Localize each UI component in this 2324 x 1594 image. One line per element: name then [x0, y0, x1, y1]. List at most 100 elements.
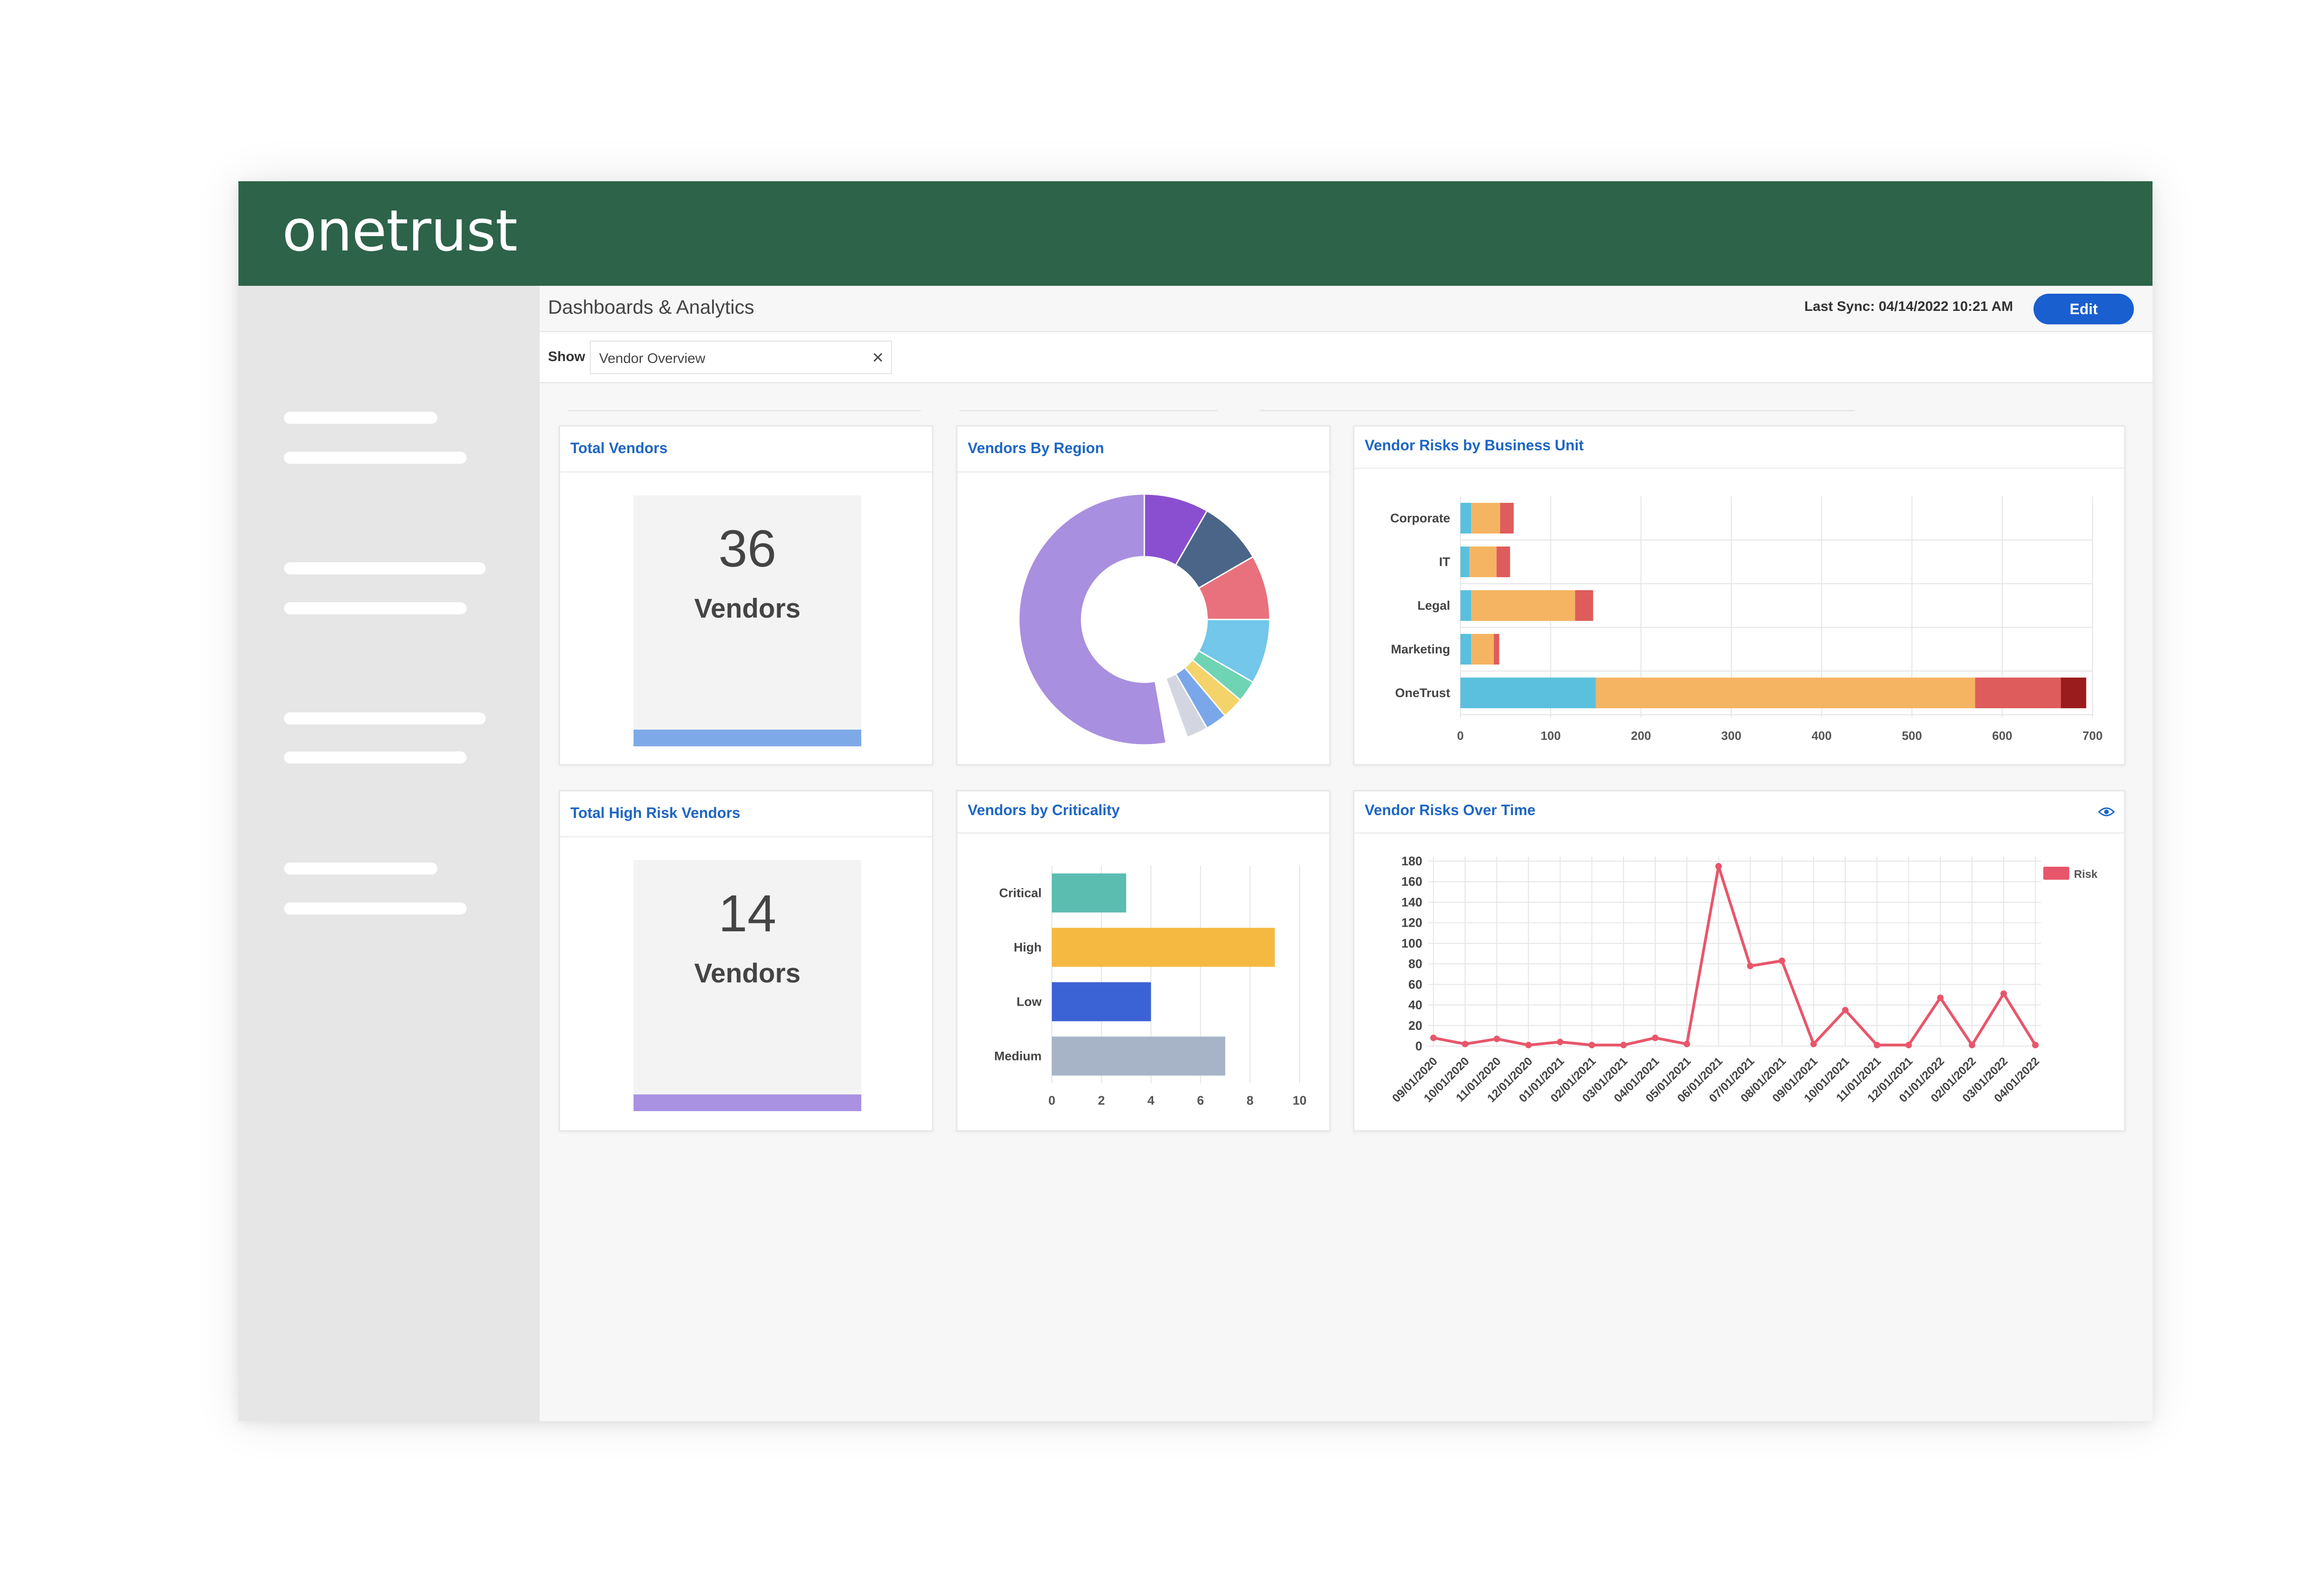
- card-title: Total Vendors: [570, 440, 668, 456]
- bar: [1052, 873, 1126, 913]
- page-header: Dashboards & Analytics Last Sync: 04/14/…: [540, 286, 2152, 332]
- data-point: [1462, 1041, 1469, 1047]
- close-icon[interactable]: ×: [872, 346, 884, 369]
- data-point: [1557, 1039, 1564, 1046]
- x-tick-label: 700: [2082, 729, 2102, 743]
- y-tick-label: Legal: [1417, 599, 1450, 613]
- sidebar: [238, 286, 540, 1421]
- series-line: [1433, 865, 2037, 1047]
- data-point: [1905, 1041, 1912, 1048]
- bar: [1052, 928, 1275, 967]
- bar-segment: [1493, 634, 1499, 665]
- bar-segment: [1596, 678, 1975, 708]
- bar-segment: [1575, 590, 1593, 621]
- kpi-accent-bar: [634, 1094, 861, 1111]
- risks-by-business-unit-card: Vendor Risks by Business Unit 0 100 200 300…: [1353, 425, 2126, 765]
- main-content: Dashboards & Analytics Last Sync: 04/14/…: [540, 286, 2152, 1421]
- y-tick-label: 100: [1401, 936, 1422, 950]
- data-point: [1652, 1034, 1659, 1041]
- region-donut-chart: [1018, 493, 1271, 746]
- data-point: [1778, 957, 1785, 964]
- data-point: [1874, 1041, 1881, 1048]
- data-point: [1715, 863, 1722, 870]
- y-tick-label: IT: [1439, 555, 1451, 569]
- y-tick-label: 40: [1408, 998, 1422, 1012]
- legend-swatch: [2043, 867, 2069, 880]
- vendors-by-criticality-card: Vendors by Criticality 0 2 4 6 8 10 Critical Hi…: [956, 790, 1331, 1132]
- x-tick-label: 400: [1811, 729, 1831, 743]
- risks-over-time-card: Vendor Risks Over Time 0 20 40 60 80 100 120 14…: [1353, 790, 2126, 1132]
- x-tick-label: 200: [1631, 729, 1651, 743]
- y-tick-label: 180: [1401, 854, 1422, 868]
- y-tick-label: 20: [1408, 1019, 1422, 1033]
- x-tick-label: 300: [1721, 729, 1741, 743]
- bar-segment: [1460, 503, 1472, 534]
- bar-segment: [1471, 503, 1500, 534]
- sidebar-item-placeholder[interactable]: [284, 602, 467, 614]
- kpi-value: 14: [718, 884, 777, 942]
- sidebar-item-placeholder[interactable]: [284, 751, 467, 764]
- top-navbar: onetrust: [238, 181, 2152, 286]
- bar-segment: [1500, 503, 1514, 534]
- sidebar-item-placeholder[interactable]: [284, 562, 486, 574]
- kpi-label: Vendors: [694, 958, 801, 988]
- donut-slice: [1018, 493, 1167, 746]
- filter-bar: Show Vendor Overview ×: [540, 332, 2152, 383]
- vendors-by-region-card: Vendors By Region: [956, 425, 1331, 765]
- app-window: onetrust Dashboards & Analytics Last Syn…: [238, 181, 2152, 1421]
- y-tick-label: 0: [1415, 1039, 1422, 1053]
- dashboard-select[interactable]: Vendor Overview ×: [590, 341, 892, 374]
- kpi-label: Vendors: [694, 593, 801, 624]
- last-sync-text: Last Sync: 04/14/2022 10:21 AM: [1804, 299, 2013, 314]
- data-point: [1810, 1041, 1817, 1047]
- bar-segment: [1469, 547, 1497, 577]
- x-tick-label: 6: [1197, 1093, 1204, 1107]
- y-tick-label: Corporate: [1390, 511, 1450, 525]
- x-tick-label: 8: [1247, 1093, 1254, 1107]
- sidebar-item-placeholder[interactable]: [284, 863, 437, 875]
- bar: [1052, 1036, 1226, 1076]
- data-point: [2032, 1041, 2039, 1048]
- y-tick-label: 60: [1408, 977, 1422, 991]
- edit-button[interactable]: Edit: [2034, 294, 2134, 324]
- sidebar-item-placeholder[interactable]: [284, 452, 467, 464]
- bar-segment: [1460, 590, 1472, 621]
- data-point: [1842, 1007, 1849, 1014]
- card-title: Total High Risk Vendors: [570, 804, 740, 821]
- x-tick-label: 500: [1902, 729, 1922, 743]
- sidebar-item-placeholder[interactable]: [284, 902, 467, 915]
- data-point: [1430, 1034, 1437, 1041]
- y-tick-label: 80: [1408, 957, 1422, 971]
- x-tick-label: 0: [1048, 1093, 1055, 1107]
- sidebar-item-placeholder[interactable]: [284, 412, 437, 424]
- bar-segment: [1471, 590, 1575, 621]
- bar-segment: [1471, 634, 1494, 665]
- dashboard-select-value: Vendor Overview: [599, 351, 706, 366]
- data-point: [1588, 1041, 1595, 1048]
- data-point: [1620, 1041, 1627, 1048]
- bar-segment: [1460, 678, 1596, 708]
- page-title: Dashboards & Analytics: [548, 296, 754, 318]
- data-point: [1747, 962, 1754, 969]
- data-point: [1525, 1041, 1532, 1048]
- sidebar-item-placeholder[interactable]: [284, 712, 486, 725]
- data-point: [1968, 1041, 1975, 1048]
- y-tick-label: 160: [1401, 875, 1422, 889]
- onetrust-logo[interactable]: onetrust: [282, 198, 518, 264]
- y-tick-label: OneTrust: [1395, 686, 1450, 700]
- x-tick-label: 4: [1148, 1093, 1155, 1107]
- data-point: [2000, 990, 2007, 997]
- y-tick-label: Critical: [999, 886, 1042, 900]
- x-tick-label: 2: [1098, 1093, 1105, 1107]
- bar: [1052, 982, 1151, 1021]
- total-vendors-card: Total Vendors 36 Vendors: [559, 425, 933, 765]
- bar-segment: [1975, 678, 2061, 708]
- business-unit-bar-chart: 0 100 200 300 400 500 600 700 Corporate IT Legal Ma…: [1390, 496, 2103, 743]
- x-tick-label: 0: [1457, 729, 1464, 743]
- data-point: [1684, 1041, 1690, 1047]
- high-risk-vendors-card: Total High Risk Vendors 14 Vendors: [559, 790, 933, 1132]
- show-label: Show: [548, 349, 585, 364]
- criticality-bar-chart: 0 2 4 6 8 10 Critical High Low Medium: [994, 866, 1307, 1107]
- y-tick-label: Medium: [994, 1049, 1042, 1063]
- card-divider: [560, 836, 932, 837]
